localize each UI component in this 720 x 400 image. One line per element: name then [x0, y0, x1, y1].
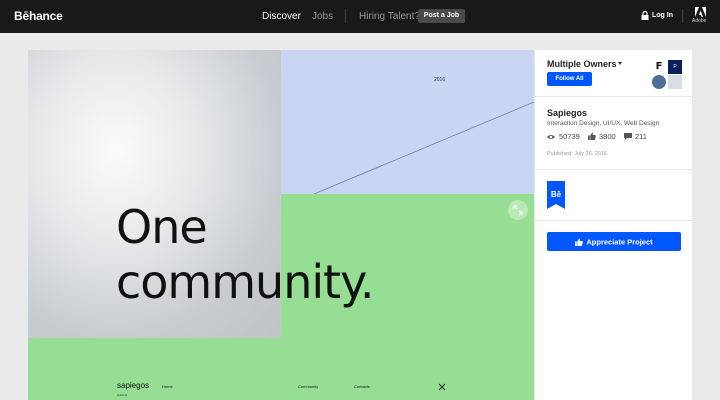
close-icon: [438, 383, 446, 391]
chevron-down-icon[interactable]: [618, 62, 622, 65]
appreciations-count: 3800: [599, 132, 616, 141]
behance-badge-icon[interactable]: Bē: [547, 181, 565, 209]
site-brand: sapiegos: [117, 381, 150, 390]
headline-line-2: community.: [116, 255, 374, 309]
views-count: 50739: [559, 132, 580, 141]
owner-avatar[interactable]: [668, 75, 682, 89]
owner-avatar[interactable]: F: [652, 60, 666, 74]
divider: [535, 96, 693, 97]
thumbs-up-icon: [588, 132, 596, 140]
published-date: Published: July 26, 2016: [547, 151, 607, 157]
divider: [535, 169, 693, 170]
nav-discover-link[interactable]: Discover: [262, 11, 301, 22]
owner-avatar[interactable]: [652, 75, 666, 89]
nav-divider: [345, 9, 346, 23]
nav-hiring-link[interactable]: Hiring Talent?: [359, 11, 420, 22]
project-title: Sapiegos: [547, 108, 588, 118]
owner-avatar[interactable]: P: [668, 60, 682, 74]
green-block-bottom: [28, 338, 281, 400]
login-link[interactable]: Log In: [652, 12, 673, 19]
site-nav-community: Community: [298, 384, 319, 389]
headline-line-1: One: [116, 200, 208, 254]
year-label: 2016: [434, 77, 446, 83]
badge-label: Bē: [551, 190, 562, 199]
eye-icon: [547, 135, 555, 139]
top-bar: Bēhance Discover Jobs Hiring Talent? Pos…: [0, 0, 720, 33]
comments-count: 211: [635, 132, 647, 141]
site-nav-contacts: Contacts: [354, 384, 370, 389]
project-fields[interactable]: Interaction Design, UI/UX, Web Design: [547, 120, 659, 127]
site-subtitle: Gdańsk: [117, 393, 128, 397]
power-line: [314, 102, 534, 194]
follow-all-button[interactable]: Follow All: [547, 72, 592, 86]
lock-icon: [641, 11, 649, 20]
nav-jobs-link[interactable]: Jobs: [312, 11, 333, 22]
adobe-logo-icon[interactable]: [695, 7, 706, 17]
expand-button[interactable]: [508, 200, 528, 220]
divider: [535, 220, 693, 221]
project-image[interactable]: 2016 One community. sapiegos Gdańsk Home…: [28, 50, 534, 400]
site-nav-home: Home: [162, 384, 173, 389]
adobe-label: Adobe: [692, 18, 707, 24]
comment-icon: [624, 133, 632, 140]
appreciate-label: Appreciate Project: [586, 237, 653, 247]
behance-logo[interactable]: Bēhance: [14, 9, 63, 23]
appreciate-project-button[interactable]: Appreciate Project: [547, 232, 681, 251]
project-sidebar: Multiple Owners Follow All F P Sapiegos …: [534, 50, 693, 400]
expand-icon: [513, 205, 523, 215]
thumbs-up-icon: [575, 238, 584, 247]
owners-title[interactable]: Multiple Owners: [547, 59, 617, 69]
topbar-divider: [682, 9, 683, 23]
post-job-button[interactable]: Post a Job: [418, 9, 465, 23]
